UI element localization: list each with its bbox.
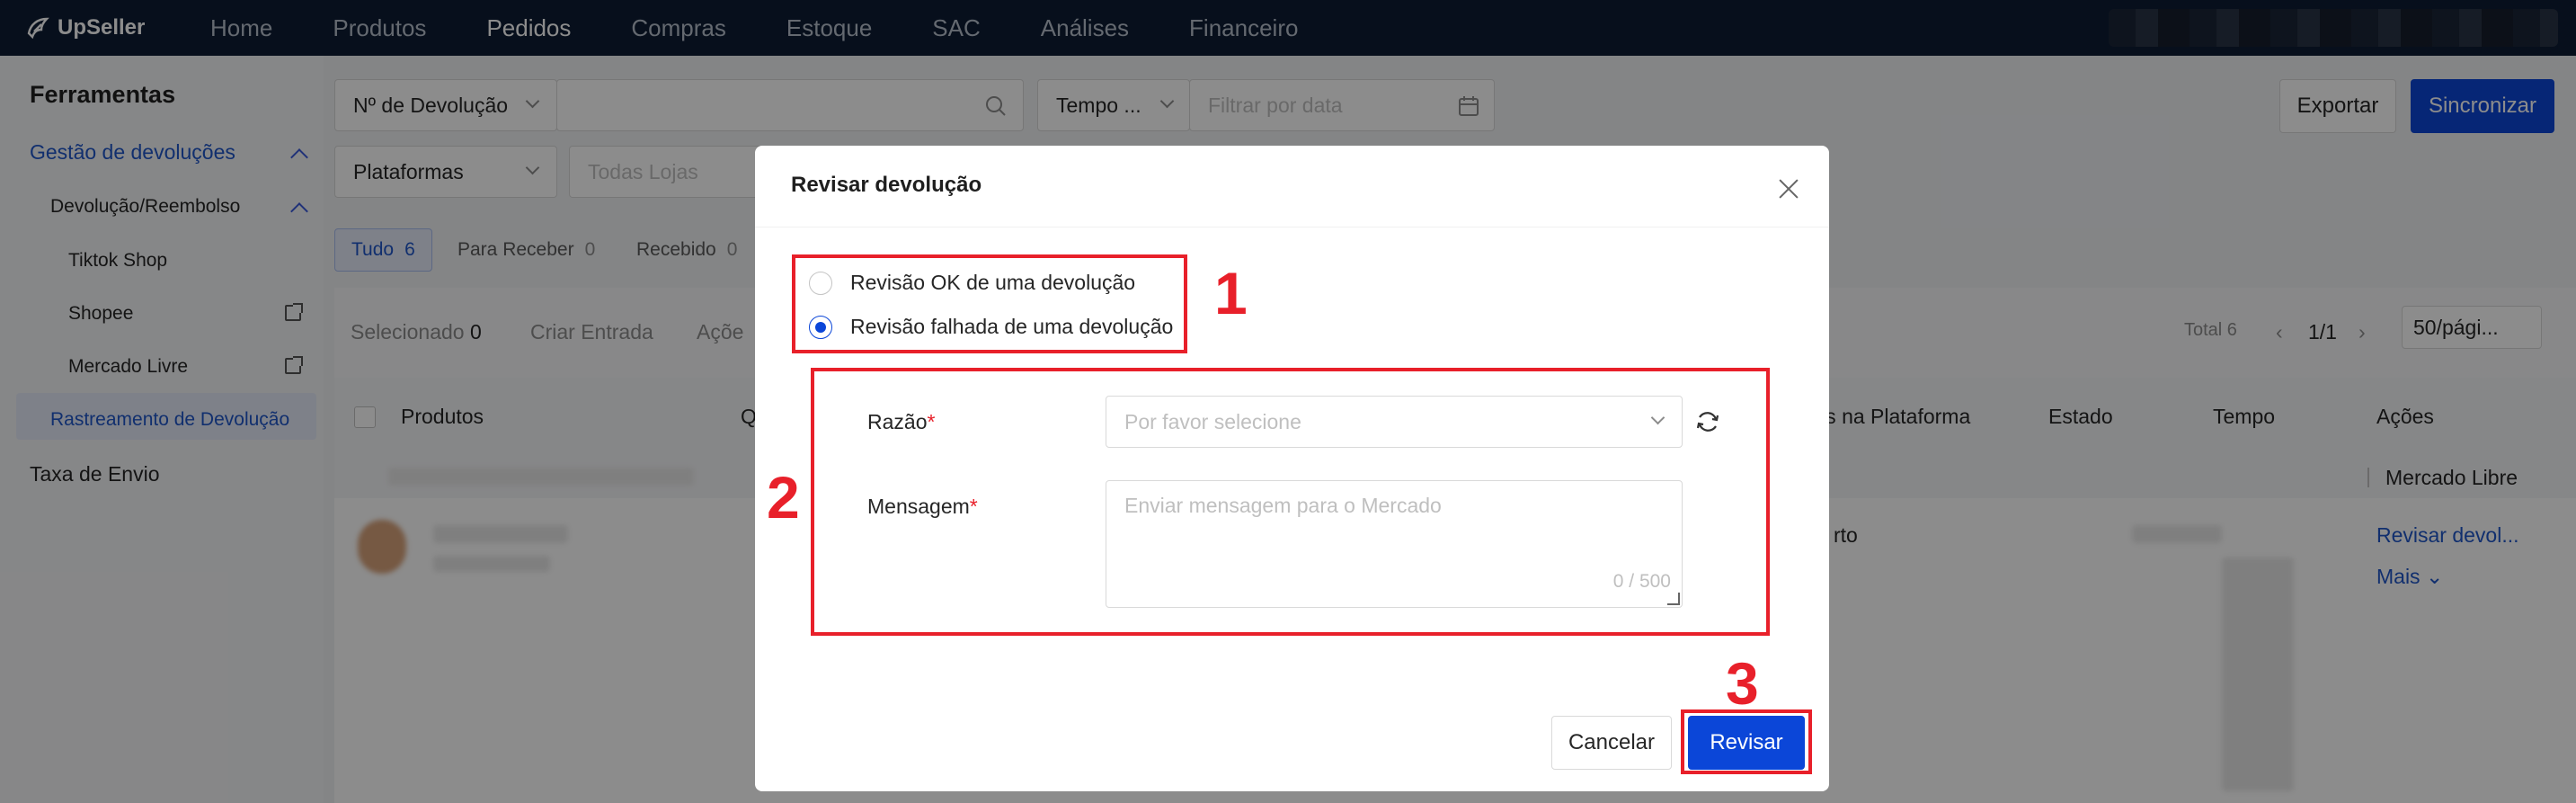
close-icon[interactable]: [1778, 178, 1799, 200]
dialog-divider: [755, 227, 1829, 228]
annotation-number-3: 3: [1726, 650, 1759, 717]
annotation-box-2: [811, 368, 1770, 636]
annotation-box-1: [792, 254, 1187, 353]
dialog-title: Revisar devolução: [791, 173, 982, 197]
cancel-button[interactable]: Cancelar: [1551, 716, 1672, 770]
annotation-number-2: 2: [767, 464, 800, 531]
annotation-number-1: 1: [1214, 260, 1248, 326]
annotation-box-3: [1681, 709, 1812, 774]
